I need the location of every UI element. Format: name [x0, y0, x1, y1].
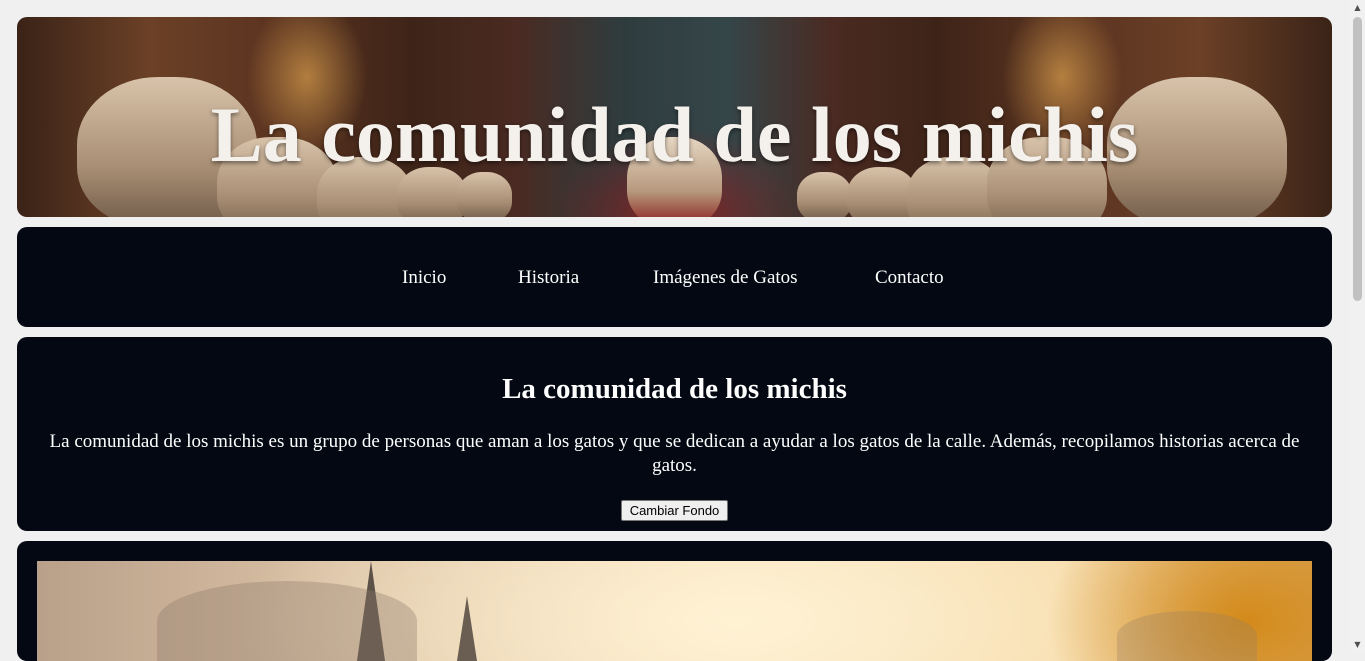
nav-item-historia[interactable]: Historia	[518, 266, 579, 290]
change-background-button[interactable]: Cambiar Fondo	[621, 500, 728, 521]
scroll-thumb[interactable]	[1353, 17, 1362, 301]
gallery-section	[17, 541, 1332, 661]
intro-text: La comunidad de los michis es un grupo d…	[49, 431, 1300, 476]
intro-heading: La comunidad de los michis	[502, 373, 847, 405]
site-title: La comunidad de los michis	[210, 91, 1139, 178]
page: La comunidad de los michis Inicio Histor…	[0, 0, 1350, 661]
nav-item-inicio[interactable]: Inicio	[402, 266, 446, 290]
nav-item-imagenes-de-gatos[interactable]: Imágenes de Gatos	[653, 266, 798, 290]
nav-item-contacto[interactable]: Contacto	[875, 266, 944, 290]
scroll-down-arrow-icon[interactable]: ▼	[1350, 637, 1365, 652]
vertical-scrollbar[interactable]: ▲ ▼	[1350, 0, 1365, 652]
gallery-image	[37, 561, 1312, 661]
header-banner: La comunidad de los michis	[17, 17, 1332, 217]
scroll-up-arrow-icon[interactable]: ▲	[1350, 0, 1365, 15]
